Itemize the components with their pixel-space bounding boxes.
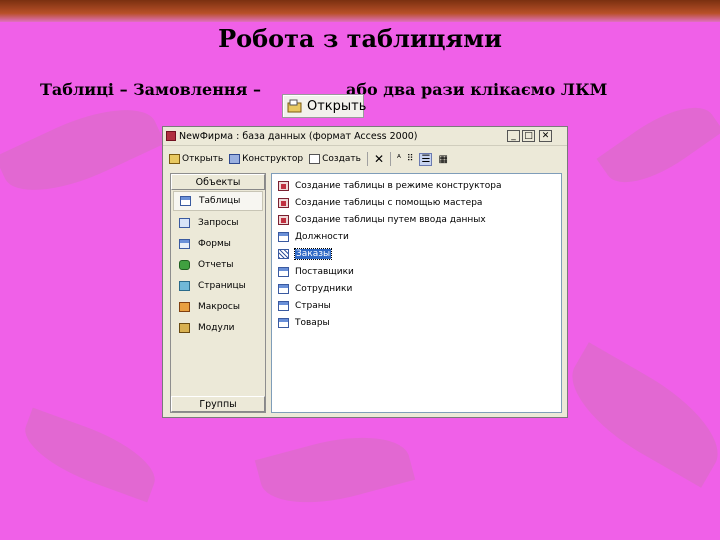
list-item[interactable]: Сотрудники	[272, 280, 561, 297]
items-list: Создание таблицы в режиме конструктора С…	[271, 173, 562, 413]
list-item[interactable]: Товары	[272, 315, 561, 332]
object-label: Формы	[198, 238, 231, 249]
list-item[interactable]: Создание таблицы в режиме конструктора	[272, 177, 561, 194]
table-icon	[278, 232, 289, 243]
toolbar-separator	[390, 152, 391, 166]
design-icon	[229, 154, 241, 164]
table-icon	[180, 196, 191, 206]
groups-header[interactable]: Группы	[171, 396, 265, 412]
decor-leaf	[0, 89, 166, 211]
object-item-forms[interactable]: Формы	[171, 233, 265, 254]
large-icons-icon[interactable]: ᴬ	[397, 154, 401, 164]
create-icon	[278, 197, 289, 208]
list-item-label: Создание таблицы путем ввода данных	[295, 214, 486, 225]
list-item[interactable]: Поставщики	[272, 263, 561, 280]
db-icon	[166, 131, 176, 141]
list-item-label: Товары	[295, 318, 330, 329]
table-icon	[278, 300, 289, 311]
list-view-icon[interactable]: ☰	[419, 152, 433, 166]
object-label: Отчеты	[198, 259, 234, 270]
object-item-macros[interactable]: Макросы	[171, 296, 265, 317]
list-item[interactable]: Должности	[272, 229, 561, 246]
window-title: Фирма : база данных (формат Access 2000)	[199, 130, 418, 142]
object-label: Макросы	[198, 301, 240, 312]
table-icon	[278, 318, 289, 329]
object-item-queries[interactable]: Запросы	[171, 212, 265, 233]
small-icons-icon[interactable]: ⠿	[407, 154, 414, 164]
report-icon	[179, 259, 190, 270]
maximize-button[interactable]: □	[522, 130, 535, 142]
list-item-label: Поставщики	[295, 266, 354, 277]
toolbar-design-button[interactable]: Конструктор	[229, 154, 303, 164]
object-item-modules[interactable]: Модули	[171, 317, 265, 338]
list-item-label: Должности	[295, 232, 349, 243]
object-item-tables[interactable]: Таблицы	[173, 191, 263, 211]
module-icon	[179, 322, 190, 333]
decor-leaf	[254, 421, 416, 519]
close-button[interactable]: ✕	[539, 130, 552, 142]
object-label: Запросы	[198, 217, 239, 228]
toolbar-new-button[interactable]: Создать	[309, 154, 361, 164]
list-item-label: Создание таблицы с помощью мастера	[295, 197, 483, 208]
slide-title: Робота з таблицями	[218, 24, 502, 53]
query-icon	[179, 217, 190, 228]
table-icon	[278, 266, 289, 277]
slide-text-left: Таблиці – Замовлення –	[40, 80, 261, 99]
object-label: Модули	[198, 322, 235, 333]
toolbar-open-button[interactable]: Открыть	[169, 154, 223, 164]
object-label: Таблицы	[199, 196, 241, 206]
object-label: Страницы	[198, 280, 246, 291]
window-titlebar[interactable]: NewФирма : база данных (формат Access 20…	[163, 127, 567, 146]
objects-pane: Объекты Таблицы Запросы Формы Отчеты Стр…	[170, 173, 266, 413]
details-view-icon[interactable]: ▦	[438, 154, 447, 165]
table-icon	[278, 249, 289, 260]
create-icon	[278, 214, 289, 225]
decor-leaf	[596, 90, 720, 200]
list-item[interactable]: Создание таблицы с помощью мастера	[272, 194, 561, 211]
toolbar-separator	[366, 152, 368, 166]
decor-leaf	[15, 407, 165, 503]
toolbar-new-label: Создать	[322, 154, 361, 164]
window-title-prefix: New	[179, 130, 200, 142]
delete-icon[interactable]: ✕	[374, 152, 384, 166]
minimize-button[interactable]: _	[507, 130, 520, 142]
object-item-reports[interactable]: Отчеты	[171, 254, 265, 275]
list-item-selected[interactable]: Заказы	[272, 246, 561, 263]
list-item-label: Заказы	[293, 248, 333, 261]
list-item[interactable]: Страны	[272, 297, 561, 314]
window-toolbar: Открыть Конструктор Создать ✕ ᴬ ⠿ ☰ ▦	[165, 149, 565, 169]
top-banner	[0, 0, 720, 22]
create-icon	[278, 180, 289, 191]
database-window: NewФирма : база данных (формат Access 20…	[162, 126, 568, 418]
open-callout[interactable]: Открыть	[282, 94, 367, 118]
open-callout-label: Открыть	[307, 98, 367, 114]
toolbar-design-label: Конструктор	[242, 154, 304, 164]
list-item-label: Сотрудники	[295, 283, 353, 294]
slide-text-right: або два рази клікаємо ЛКМ	[346, 80, 608, 99]
list-item-label: Страны	[295, 300, 331, 311]
new-icon	[309, 154, 321, 164]
list-item[interactable]: Создание таблицы путем ввода данных	[272, 211, 561, 228]
page-icon	[179, 280, 190, 291]
open-icon	[287, 99, 303, 113]
open-icon	[169, 154, 180, 164]
toolbar-open-label: Открыть	[182, 154, 224, 164]
decor-leaf	[553, 342, 720, 488]
objects-header[interactable]: Объекты	[171, 174, 265, 190]
object-item-pages[interactable]: Страницы	[171, 275, 265, 296]
table-icon	[278, 283, 289, 294]
macro-icon	[179, 301, 190, 312]
list-item-label: Создание таблицы в режиме конструктора	[295, 180, 502, 191]
form-icon	[179, 238, 190, 249]
